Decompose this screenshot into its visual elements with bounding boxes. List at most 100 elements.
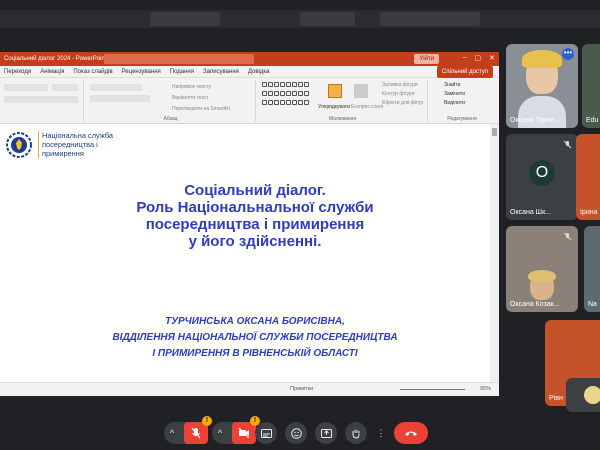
menu-tab-view[interactable]: Подання (170, 69, 194, 75)
slide: Національна служба посередництва і прими… (0, 124, 490, 382)
slide-author: ТУРЧИНСЬКА ОКСАНА БОРИСІВНА, ВІДДІЛЕННЯ … (40, 314, 470, 362)
quick-styles-icon[interactable] (354, 84, 368, 98)
hangup-icon (405, 431, 417, 436)
participant-name: Оксана Козак... (510, 301, 560, 308)
menu-tab-slideshow[interactable]: Показ слайдів (73, 69, 112, 75)
arrange-icon[interactable] (328, 84, 342, 98)
present-button[interactable] (315, 422, 337, 444)
present-screen-icon (320, 428, 332, 438)
ppt-menu-bar: Переходи Анімація Показ слайдів Рецензув… (0, 66, 499, 78)
ppt-ribbon: Напрямок тексту Вирівняти текст Перетвор… (0, 78, 499, 124)
captions-icon (260, 428, 272, 438)
menu-tab-transitions[interactable]: Переходи (4, 69, 31, 75)
participant-tile[interactable]: Na (584, 226, 600, 312)
text-direction-button[interactable]: Напрямок тексту (172, 84, 211, 90)
participant-name: Оксана Шк... (510, 209, 551, 216)
menu-tab-animation[interactable]: Анімація (40, 69, 64, 75)
slide-author-line: ТУРЧИНСЬКА ОКСАНА БОРИСІВНА, (165, 316, 345, 327)
self-view-tile[interactable] (566, 378, 600, 412)
font-format-row[interactable] (4, 96, 78, 103)
drawing-group-label: Малювання (328, 116, 357, 122)
raise-hand-button[interactable] (345, 422, 367, 444)
participant-name: Оксана Турчи... (510, 117, 561, 124)
mic-off-icon (563, 232, 572, 241)
more-vert-icon: ⋮ (376, 427, 386, 438)
replace-button[interactable]: Замінити (444, 91, 465, 97)
emoji-icon (290, 427, 302, 439)
ribbon-group-font (0, 80, 84, 122)
org-logo: Національна служба посередництва і прими… (5, 131, 128, 159)
top-bar (0, 0, 600, 36)
zoom-level[interactable]: 95% (480, 386, 491, 392)
camera-toggle-button[interactable]: ! (232, 416, 260, 444)
font-size-select[interactable] (52, 84, 78, 91)
leave-call-button[interactable] (394, 422, 428, 444)
slide-title-line: посередництва і примирення (145, 216, 365, 233)
align-text-button[interactable]: Вирівняти текст (172, 95, 209, 101)
ppt-update-button[interactable]: Уійти (414, 54, 439, 64)
hand-icon (352, 429, 360, 439)
ribbon-group-drawing: Упорядкувати Експрес-стилі Заливка фігур… (258, 80, 428, 122)
shape-fill-button[interactable]: Заливка фігури (382, 82, 418, 88)
more-options-icon[interactable]: ••• (562, 48, 574, 60)
arrange-button[interactable]: Упорядкувати (318, 104, 350, 110)
participant-tile[interactable]: ••• Оксана Турчи... (506, 44, 578, 128)
menu-tab-review[interactable]: Рецензування (122, 69, 161, 75)
slide-title-line: Соціальний діалог. (184, 182, 326, 199)
mic-toggle-button[interactable]: ! (184, 416, 212, 444)
close-icon[interactable]: ✕ (489, 54, 495, 62)
mic-control-group: ^ ! (164, 416, 212, 444)
participant-tile[interactable]: Ірина (576, 134, 600, 220)
mic-options-chevron-icon[interactable]: ^ (170, 428, 174, 438)
ppt-status-bar: Примітки 95% (0, 382, 499, 396)
participant-tile[interactable]: О Оксана Шк... (506, 134, 578, 220)
menu-tab-record[interactable]: Записування (203, 69, 239, 75)
org-name: Національна служба посередництва і прими… (38, 131, 128, 158)
participant-name: Ірина (580, 209, 598, 216)
captions-button[interactable] (255, 422, 277, 444)
mic-off-icon (191, 427, 201, 439)
font-name-select[interactable] (4, 84, 48, 91)
maximize-icon[interactable]: ▢ (475, 54, 482, 62)
mic-off-icon (563, 140, 572, 149)
participant-name: Рівн (549, 395, 563, 402)
meeting-controls: ^ ! ^ ! ⋮ (0, 416, 600, 450)
more-options-button[interactable]: ⋮ (374, 422, 388, 444)
slide-title-line: Роль Національнальної служби (136, 199, 374, 216)
slide-canvas: Національна служба посередництва і прими… (0, 124, 499, 382)
camera-options-chevron-icon[interactable]: ^ (218, 428, 222, 438)
ppt-search-box[interactable] (104, 54, 254, 64)
slide-author-line: ВІДДІЛЕННЯ НАЦІОНАЛЬНОЇ СЛУЖБИ ПОСЕРЕДНИ… (112, 332, 398, 343)
participant-name: Edu (586, 117, 599, 124)
participant-avatar: О (529, 159, 555, 186)
flower-avatar-icon (584, 386, 600, 404)
participant-tile[interactable]: Оксана Козак... (506, 226, 578, 312)
emblem-icon (6, 132, 32, 158)
top-tab[interactable] (380, 12, 480, 26)
shared-screen-powerpoint: Соціальний діалог 2024 - PowerPoint Уійт… (0, 52, 499, 396)
minimize-icon[interactable]: – (463, 54, 467, 62)
list-buttons[interactable] (90, 84, 142, 91)
quick-styles-button[interactable]: Експрес-стилі (351, 104, 383, 110)
align-buttons[interactable] (90, 95, 150, 102)
slide-author-line: І ПРИМИРЕННЯ В РІВНЕНСЬКІЙ ОБЛАСТІ (152, 348, 358, 359)
notes-button[interactable]: Примітки (290, 386, 313, 392)
top-tab[interactable] (150, 12, 220, 26)
editing-group-label: Редагування (447, 116, 477, 122)
mic-warning-badge: ! (202, 416, 212, 426)
smartart-button[interactable]: Перетворити на SmartArt (172, 106, 230, 112)
menu-tab-help[interactable]: Довідка (248, 69, 270, 75)
shapes-gallery[interactable] (262, 82, 309, 108)
shape-effects-button[interactable]: Ефекти для фігур (382, 100, 423, 106)
find-button[interactable]: Знайти (444, 82, 460, 88)
reactions-button[interactable] (285, 422, 307, 444)
share-button[interactable]: Спільний доступ (436, 66, 493, 78)
shape-outline-button[interactable]: Контур фігури (382, 91, 414, 97)
participant-tile[interactable]: Edu (582, 44, 600, 128)
ppt-title-bar: Соціальний діалог 2024 - PowerPoint Уійт… (0, 52, 499, 66)
zoom-slider[interactable] (400, 389, 465, 390)
participant-name: Na (588, 301, 597, 308)
slide-scrollbar[interactable] (490, 124, 499, 382)
select-button[interactable]: Виділити (444, 100, 465, 106)
top-tab[interactable] (300, 12, 355, 26)
